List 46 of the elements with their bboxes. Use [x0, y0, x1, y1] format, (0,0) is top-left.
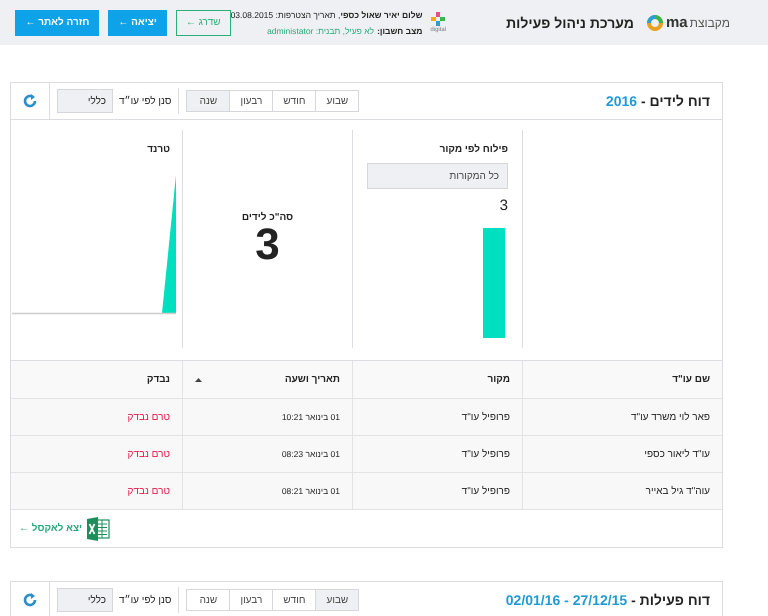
table-cell: עוה"ד גיל באייר — [522, 473, 722, 509]
table-cell: 01 בינואר 08:21 — [182, 473, 352, 509]
period-tab[interactable]: חודש — [272, 90, 316, 112]
brand-logo: ma — [666, 14, 688, 31]
section-title: פילוח לפי מקור — [438, 144, 508, 155]
source-select[interactable]: כל המקורות — [367, 163, 508, 189]
table-cell: פאר לוי משרד עו"ד — [522, 399, 722, 435]
total-value: 3 — [255, 223, 280, 267]
table-cell: פרופיל עו"ד — [352, 473, 522, 509]
column-header: מקור — [352, 361, 522, 398]
period-tab[interactable]: חודש — [272, 589, 316, 611]
section-title: טרנד — [147, 144, 170, 155]
account-label: מצב חשבון: — [377, 26, 422, 36]
plus-logo-icon — [431, 12, 446, 26]
table-cell: 01 בינואר 08:23 — [182, 436, 352, 472]
sort-caret-icon — [195, 378, 202, 382]
table-cell: פרופיל עו"ד — [352, 399, 522, 435]
column-header: נבדק — [146, 373, 171, 387]
period-tab[interactable]: רבעון — [229, 589, 274, 611]
brand-prefix: מקבוצת — [690, 16, 730, 30]
greeting-text: שלום יאיר שאול כספי, תאריך הצטרפות: 03.08.2015 — [230, 10, 422, 20]
account-status: לא פעיל, תבנית: administator — [267, 26, 374, 36]
table-cell: פרופיל עו"ד — [352, 436, 522, 472]
period-tab[interactable]: שבוע — [315, 90, 360, 112]
status-cell-text: טרם נבדק — [126, 448, 171, 462]
column-header[interactable]: תאריך ושעה — [182, 361, 352, 398]
logo-ring-icon — [646, 14, 664, 32]
refresh-icon[interactable] — [23, 593, 37, 607]
system-title: מערכת ניהול פעילות — [506, 14, 634, 30]
filter-label: סנן לפי עו״ד — [119, 594, 172, 606]
total-label: סה"כ לידים — [242, 212, 294, 223]
period-tab[interactable]: שנה — [186, 589, 230, 611]
table-cell: 01 בינואר 10:21 — [182, 399, 352, 435]
filter-label: סנן לפי עו״ד — [119, 96, 172, 106]
spreadsheet-icon — [86, 516, 110, 540]
status-cell-text: טרם נבדק — [126, 410, 171, 424]
column-header: שם עו"ד — [522, 361, 722, 398]
table-cell: עו"ד ליאור כספי — [522, 436, 722, 472]
filter-select[interactable]: כללי — [57, 89, 113, 113]
refresh-icon[interactable] — [23, 94, 37, 108]
source-count: 3 — [500, 197, 508, 214]
period-tab[interactable]: שבוע — [315, 589, 360, 611]
status-cell-text: טרם נבדק — [126, 484, 171, 498]
period-tab[interactable]: רבעון — [229, 90, 274, 112]
period-tab[interactable]: שנה — [186, 90, 230, 112]
filter-select[interactable]: כללי — [57, 588, 113, 612]
